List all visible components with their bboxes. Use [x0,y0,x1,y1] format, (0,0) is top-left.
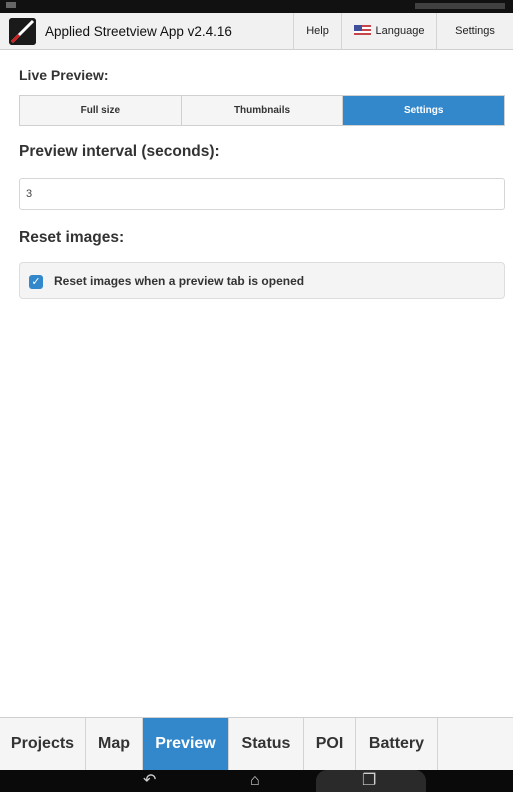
preview-interval-input[interactable] [19,178,505,210]
tab-settings[interactable]: Settings [343,96,505,125]
language-label: Language [375,25,425,37]
checkbox-checked-icon[interactable]: ✓ [29,275,43,289]
nav-tab-battery[interactable]: Battery [356,718,438,770]
us-flag-icon [353,25,371,35]
nav-tab-map[interactable]: Map [86,718,143,770]
system-status-bar [0,0,513,13]
bottom-navigation: Projects Map Preview Status POI Battery [0,717,513,770]
home-icon[interactable]: ⌂ [250,772,260,790]
app-logo-icon [9,18,36,45]
tab-thumbnails[interactable]: Thumbnails [182,96,344,125]
nav-tab-projects[interactable]: Projects [0,718,86,770]
back-arrow-icon[interactable]: ↶ [143,772,156,790]
help-button[interactable]: Help [293,13,341,50]
app-title: Applied Streetview App v2.4.16 [45,24,232,39]
preview-interval-heading: Preview interval (seconds): [19,143,220,160]
settings-button[interactable]: Settings [436,13,513,50]
reset-images-checkbox-label[interactable]: Reset images when a preview tab is opene… [54,263,304,299]
reset-images-checkbox-row[interactable]: ✓ Reset images when a preview tab is ope… [19,262,505,299]
notification-icon [6,2,16,8]
nav-tab-preview[interactable]: Preview [143,718,229,770]
app-header: Applied Streetview App v2.4.16 Help Lang… [0,13,513,50]
language-button[interactable]: Language [341,13,436,50]
nav-tab-status[interactable]: Status [229,718,304,770]
reset-images-heading: Reset images: [19,229,125,246]
nav-tab-empty [438,718,513,770]
status-icons [355,3,505,9]
nav-tab-poi[interactable]: POI [304,718,356,770]
live-preview-tabs: Full size Thumbnails Settings [19,95,505,126]
recents-icon[interactable]: ❐ [362,772,376,790]
tab-full-size[interactable]: Full size [20,96,182,125]
android-navigation-bar: ↶ ⌂ ❐ [0,770,513,792]
live-preview-heading: Live Preview: [19,67,109,83]
